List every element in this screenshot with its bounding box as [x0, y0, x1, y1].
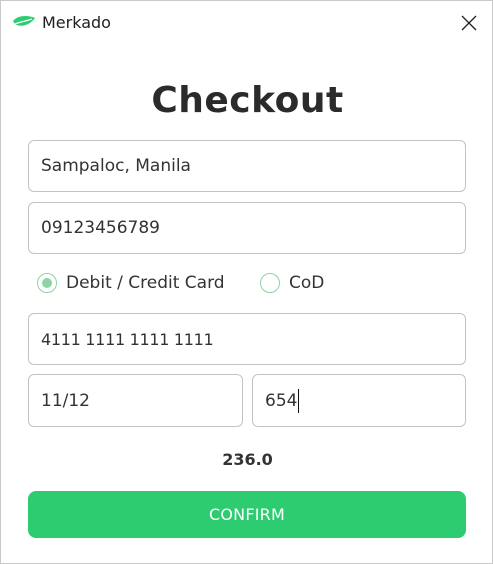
- checkout-window: Merkado Checkout Sampaloc, Manila 091234…: [0, 0, 493, 564]
- radio-selected-dot: [42, 278, 52, 288]
- card-number-value: 4111 1111 1111 1111: [41, 329, 214, 349]
- radio-card-indicator[interactable]: [37, 273, 57, 293]
- radio-cod-indicator[interactable]: [260, 273, 280, 293]
- cvv-field[interactable]: 654: [252, 374, 466, 427]
- text-caret: [298, 388, 300, 413]
- card-number-field[interactable]: 4111 1111 1111 1111: [28, 313, 466, 365]
- phone-value: 09123456789: [41, 218, 160, 238]
- address-value: Sampaloc, Manila: [41, 156, 191, 176]
- close-icon: [461, 15, 477, 31]
- payment-option-card[interactable]: Debit / Credit Card: [37, 271, 225, 295]
- payment-option-card-label: Debit / Credit Card: [66, 273, 225, 293]
- title-bar: Merkado: [1, 1, 492, 45]
- phone-field[interactable]: 09123456789: [28, 202, 466, 254]
- total-amount: 236.0: [222, 450, 273, 469]
- payment-option-cod[interactable]: CoD: [260, 271, 324, 295]
- app-title: Merkado: [42, 13, 111, 32]
- close-button[interactable]: [446, 1, 492, 45]
- payment-option-cod-label: CoD: [289, 273, 325, 293]
- cvv-value: 654: [265, 390, 298, 411]
- confirm-button[interactable]: CONFIRM: [28, 491, 466, 538]
- page-title: Checkout: [151, 80, 344, 121]
- leaf-icon: [13, 16, 35, 26]
- address-field[interactable]: Sampaloc, Manila: [28, 140, 466, 192]
- expiry-value: 11/12: [41, 390, 90, 411]
- expiry-field[interactable]: 11/12: [28, 374, 243, 427]
